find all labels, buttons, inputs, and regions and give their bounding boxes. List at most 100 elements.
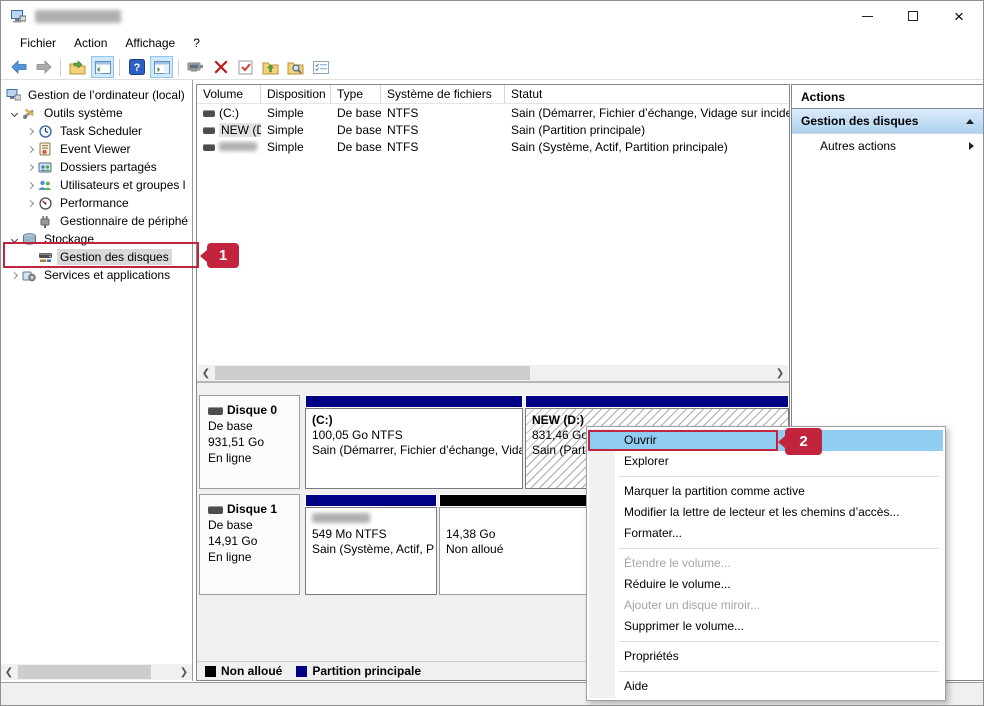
- chevron-collapsed-icon[interactable]: [23, 201, 37, 206]
- sidebar-item-label: Gestion des disques: [57, 249, 172, 265]
- unallocated-swatch: [205, 666, 216, 677]
- scroll-right-icon[interactable]: ❯: [176, 664, 192, 680]
- volume-row-redacted[interactable]: Simple De base NTFS Sain (Système, Actif…: [197, 138, 789, 155]
- menu-item-explorer[interactable]: Explorer: [589, 451, 943, 472]
- help-icon[interactable]: ?: [125, 56, 148, 78]
- volume-fs: NTFS: [381, 140, 505, 154]
- sidebar-item-outils-systeme[interactable]: Outils système: [1, 104, 192, 122]
- menu-item-proprietes[interactable]: Propriétés: [589, 646, 943, 667]
- minimize-button[interactable]: [844, 1, 890, 31]
- disk-icon: [208, 407, 223, 415]
- volume-disposition: Simple: [261, 106, 331, 120]
- disk-size: 931,51 Go: [208, 434, 299, 450]
- tree-horizontal-scrollbar[interactable]: ❮ ❯: [1, 664, 192, 680]
- actions-item-autres-actions[interactable]: Autres actions: [792, 134, 983, 158]
- volume-icon: [203, 127, 215, 134]
- actions-panel-title: Actions: [792, 85, 983, 109]
- sidebar-item-label: Dossiers partagés: [57, 159, 160, 175]
- column-header-type[interactable]: Type: [331, 85, 381, 103]
- menu-item-reduire-volume[interactable]: Réduire le volume...: [589, 574, 943, 595]
- disk-0-label[interactable]: Disque 0 De base 931,51 Go En ligne: [199, 395, 300, 489]
- maximize-button[interactable]: [890, 1, 936, 31]
- menu-item-modifier-lettre-lecteur[interactable]: Modifier la lettre de lecteur et les che…: [589, 502, 943, 523]
- menu-help[interactable]: ?: [184, 33, 209, 53]
- forward-icon[interactable]: [32, 56, 55, 78]
- collapse-icon[interactable]: [966, 119, 974, 124]
- computer-management-window: × Fichier Action Affichage ? ? Gestion d…: [0, 0, 984, 706]
- menu-fichier[interactable]: Fichier: [11, 33, 65, 53]
- folder-up-icon[interactable]: [259, 56, 282, 78]
- device-manager-icon: [37, 214, 53, 228]
- volume-row-c[interactable]: (C:) Simple De base NTFS Sain (Démarrer,…: [197, 104, 789, 121]
- menu-item-formater[interactable]: Formater...: [589, 523, 943, 544]
- chevron-expanded-icon[interactable]: [7, 111, 21, 116]
- chevron-collapsed-icon[interactable]: [23, 147, 37, 152]
- column-header-statut[interactable]: Statut: [505, 85, 789, 103]
- column-header-disposition[interactable]: Disposition: [261, 85, 331, 103]
- menu-item-marquer-partition-active[interactable]: Marquer la partition comme active: [589, 481, 943, 502]
- scrollbar-thumb[interactable]: [215, 366, 530, 380]
- disk-type: De base: [208, 517, 299, 533]
- sidebar-item-stockage[interactable]: Stockage: [1, 230, 192, 248]
- actions-group-gestion-des-disques[interactable]: Gestion des disques: [792, 109, 983, 134]
- volume-list-horizontal-scrollbar[interactable]: ❮ ❯: [198, 365, 788, 381]
- sidebar-item-gestion-des-disques[interactable]: Gestion des disques: [1, 248, 192, 266]
- action-pane-toggle-icon[interactable]: [150, 56, 173, 78]
- volume-list: Volume Disposition Type Système de fichi…: [197, 85, 789, 383]
- menu-separator: [619, 641, 939, 642]
- sidebar-item-gestionnaire-peripheriques[interactable]: Gestionnaire de périphé: [1, 212, 192, 230]
- menu-separator: [619, 548, 939, 549]
- chevron-collapsed-icon[interactable]: [23, 129, 37, 134]
- back-icon[interactable]: [7, 56, 30, 78]
- delete-icon[interactable]: [209, 56, 232, 78]
- disk-1-label[interactable]: Disque 1 De base 14,91 Go En ligne: [199, 494, 300, 595]
- menu-affichage[interactable]: Affichage: [116, 33, 184, 53]
- display-icon[interactable]: [184, 56, 207, 78]
- sidebar-item-label: Task Scheduler: [57, 123, 145, 139]
- close-button[interactable]: ×: [936, 1, 982, 31]
- column-header-fs[interactable]: Système de fichiers: [381, 85, 505, 103]
- sidebar-item-event-viewer[interactable]: ! Event Viewer: [1, 140, 192, 158]
- console-tree-toggle-icon[interactable]: [91, 56, 114, 78]
- chevron-expanded-icon[interactable]: [7, 237, 21, 242]
- folder-export-icon[interactable]: [66, 56, 89, 78]
- menu-action[interactable]: Action: [65, 33, 116, 53]
- properties-icon[interactable]: [309, 56, 332, 78]
- window-title-redacted: [35, 10, 121, 23]
- scrollbar-thumb[interactable]: [18, 665, 151, 679]
- volume-status: Sain (Système, Actif, Partition principa…: [505, 140, 789, 154]
- sidebar-item-computer-management[interactable]: Gestion de l’ordinateur (local): [1, 86, 192, 104]
- sidebar-item-dossiers-partages[interactable]: Dossiers partagés: [1, 158, 192, 176]
- menu-item-aide[interactable]: Aide: [589, 676, 943, 697]
- scroll-right-icon[interactable]: ❯: [772, 365, 788, 381]
- sidebar-item-services-applications[interactable]: Services et applications: [1, 266, 192, 284]
- app-icon: [10, 8, 26, 24]
- partition-system-redacted[interactable]: 549 Mo NTFS Sain (Système, Actif, P: [305, 494, 437, 595]
- volume-fs: NTFS: [381, 106, 505, 120]
- checklist-icon[interactable]: [234, 56, 257, 78]
- partition-c[interactable]: (C:) 100,05 Go NTFS Sain (Démarrer, Fich…: [305, 395, 523, 489]
- sidebar-item-task-scheduler[interactable]: Task Scheduler: [1, 122, 192, 140]
- menu-item-ouvrir[interactable]: Ouvrir: [589, 430, 943, 451]
- volume-disposition: Simple: [261, 123, 331, 137]
- scroll-left-icon[interactable]: ❮: [198, 365, 214, 381]
- chevron-collapsed-icon[interactable]: [7, 273, 21, 278]
- volume-type: De base: [331, 123, 381, 137]
- sidebar-item-performance[interactable]: Performance: [1, 194, 192, 212]
- partition-status: Sain (Système, Actif, P: [312, 542, 430, 557]
- column-header-volume[interactable]: Volume: [197, 85, 261, 103]
- volume-type: De base: [331, 106, 381, 120]
- folder-search-icon[interactable]: [284, 56, 307, 78]
- sidebar-item-label: Gestionnaire de périphé: [57, 213, 191, 229]
- shared-folder-icon: [37, 160, 53, 174]
- disk-name: Disque 0: [227, 403, 277, 417]
- chevron-collapsed-icon[interactable]: [23, 183, 37, 188]
- volume-icon: [203, 144, 215, 151]
- scroll-left-icon[interactable]: ❮: [1, 664, 17, 680]
- partition-title-redacted: [312, 513, 370, 523]
- clock-icon: [37, 124, 53, 138]
- menu-item-supprimer-volume[interactable]: Supprimer le volume...: [589, 616, 943, 637]
- sidebar-item-utilisateurs-groupes[interactable]: Utilisateurs et groupes l: [1, 176, 192, 194]
- chevron-collapsed-icon[interactable]: [23, 165, 37, 170]
- volume-row-new-d[interactable]: NEW (D:) Simple De base NTFS Sain (Parti…: [197, 121, 789, 138]
